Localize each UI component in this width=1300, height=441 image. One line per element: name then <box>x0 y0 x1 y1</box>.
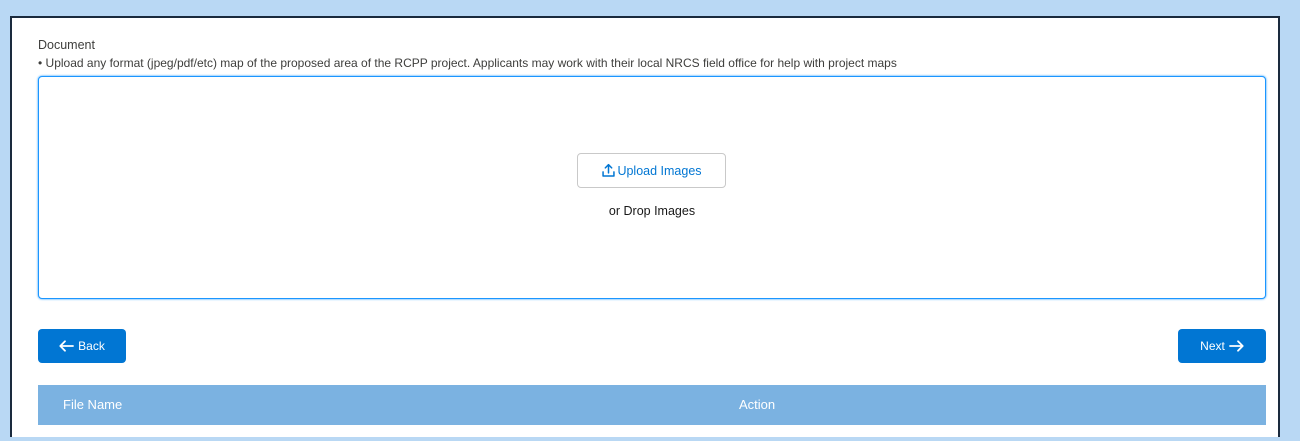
arrow-left-icon <box>59 340 75 352</box>
document-label: Document <box>38 38 95 52</box>
back-button[interactable]: Back <box>38 329 126 363</box>
files-table-header: File Name Action <box>38 385 1266 425</box>
column-header-action: Action <box>739 397 776 412</box>
arrow-right-icon <box>1228 340 1244 352</box>
document-upload-panel: Document • Upload any format (jpeg/pdf/e… <box>10 16 1280 437</box>
next-label: Next <box>1200 339 1225 353</box>
upload-icon <box>602 163 616 177</box>
document-help-text: • Upload any format (jpeg/pdf/etc) map o… <box>38 56 897 70</box>
back-label: Back <box>78 339 105 353</box>
upload-images-button[interactable]: Upload Images <box>577 153 726 188</box>
upload-images-label: Upload Images <box>617 163 702 178</box>
file-dropzone[interactable]: Upload Images or Drop Images <box>38 76 1266 299</box>
next-button[interactable]: Next <box>1178 329 1266 363</box>
drop-images-text: or Drop Images <box>608 204 696 218</box>
column-header-file-name: File Name <box>63 397 123 412</box>
